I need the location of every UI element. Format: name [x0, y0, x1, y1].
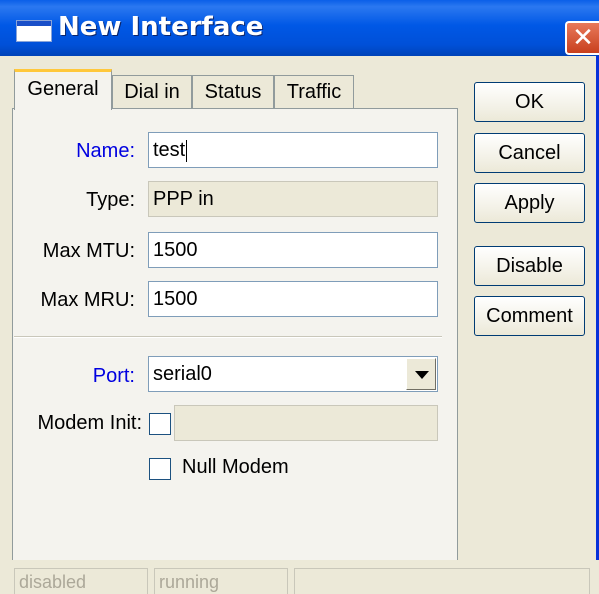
close-button[interactable]: ✕ — [565, 21, 599, 55]
port-label: Port: — [92, 365, 135, 387]
max-mru-input[interactable]: 1500 — [148, 281, 438, 317]
tab-general[interactable]: General — [14, 69, 112, 110]
status-running: running — [154, 568, 288, 594]
general-tab-panel — [12, 108, 458, 573]
window-title: New Interface — [58, 12, 264, 42]
name-label: Name: — [76, 140, 135, 162]
type-label: Type: — [86, 189, 135, 211]
null-modem-checkbox[interactable] — [149, 458, 171, 480]
window-icon — [16, 20, 52, 42]
tab-status[interactable]: Status — [192, 75, 274, 109]
type-field: PPP in — [148, 181, 438, 217]
modem-init-label: Modem Init: — [37, 412, 142, 434]
status-disabled: disabled — [14, 568, 148, 594]
text-caret — [186, 139, 188, 162]
tab-traffic[interactable]: Traffic — [274, 75, 354, 109]
null-modem-label[interactable]: Null Modem — [182, 456, 289, 479]
comment-button[interactable]: Comment — [474, 296, 585, 336]
status-extra — [294, 568, 590, 594]
port-select-value: serial0 — [153, 363, 212, 385]
close-icon: ✕ — [572, 23, 594, 53]
status-bar: disabled running — [0, 560, 599, 594]
title-bar[interactable]: New Interface ✕ — [0, 0, 599, 56]
modem-init-checkbox[interactable] — [149, 413, 171, 435]
disable-button[interactable]: Disable — [474, 246, 585, 286]
dialog-window: New Interface ✕ General Dial in Status T… — [0, 0, 599, 594]
name-input[interactable]: test — [148, 132, 438, 168]
max-mtu-input[interactable]: 1500 — [148, 232, 438, 268]
ok-button[interactable]: OK — [474, 82, 585, 122]
chevron-down-icon[interactable] — [406, 358, 436, 390]
apply-button[interactable]: Apply — [474, 183, 585, 223]
modem-init-input — [174, 405, 438, 441]
section-divider — [14, 336, 442, 338]
cancel-button[interactable]: Cancel — [474, 133, 585, 173]
name-input-value: test — [153, 139, 186, 161]
port-select[interactable]: serial0 — [148, 356, 438, 392]
tab-dial-in[interactable]: Dial in — [112, 75, 192, 109]
max-mru-label: Max MRU: — [40, 289, 135, 311]
max-mtu-label: Max MTU: — [42, 240, 135, 262]
